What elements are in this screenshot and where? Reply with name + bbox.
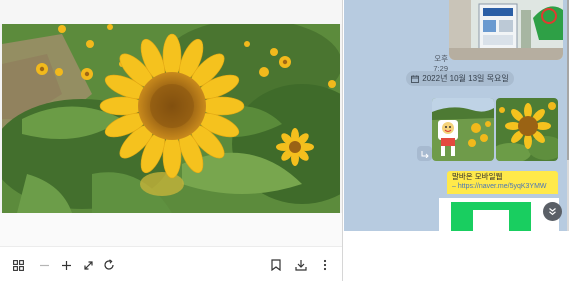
calendar-icon (411, 74, 420, 83)
viewer-header (0, 0, 342, 24)
photo-thumbnail-2[interactable] (496, 98, 558, 161)
chat-input-area[interactable] (344, 231, 569, 281)
sunflower-photo[interactable] (2, 24, 340, 213)
more-vertical-icon[interactable] (315, 255, 335, 275)
share-icon[interactable] (417, 146, 432, 161)
date-divider: 2022년 10월 13일 목요일 (406, 71, 514, 86)
link-thumbnail[interactable] (439, 198, 559, 231)
chevron-double-down-icon[interactable] (543, 202, 562, 221)
viewer-toolbar (0, 246, 342, 281)
link-preview-message[interactable]: 말바온 모바일웹 – https://naver.me/5yqK3YMW (447, 171, 558, 194)
expand-arrows-icon[interactable] (78, 255, 98, 275)
download-icon[interactable] (291, 255, 311, 275)
app-window: 오후 7:29 2022년 10월 13일 목요일 말바온 모바일웹 – htt… (0, 0, 569, 281)
date-divider-label: 2022년 10월 13일 목요일 (422, 74, 509, 83)
plus-icon[interactable] (56, 255, 76, 275)
link-title: 말바온 모바일웹 (452, 172, 503, 181)
chat-panel: 오후 7:29 2022년 10월 13일 목요일 말바온 모바일웹 – htt… (344, 0, 567, 231)
sent-image-message[interactable] (449, 0, 563, 60)
minus-icon[interactable] (34, 255, 54, 275)
naver-logo (451, 202, 531, 231)
viewer-canvas-space (0, 213, 342, 246)
photo-thumbnail-1[interactable] (432, 98, 494, 161)
rotate-icon[interactable] (99, 255, 119, 275)
bookmark-icon[interactable] (266, 255, 286, 275)
image-viewer (0, 0, 343, 281)
link-url[interactable]: – https://naver.me/5yqK3YMW (452, 182, 553, 192)
message-time: 오후 7:29 (433, 54, 448, 73)
image-pair-message[interactable] (432, 98, 559, 161)
grid-icon[interactable] (8, 255, 28, 275)
